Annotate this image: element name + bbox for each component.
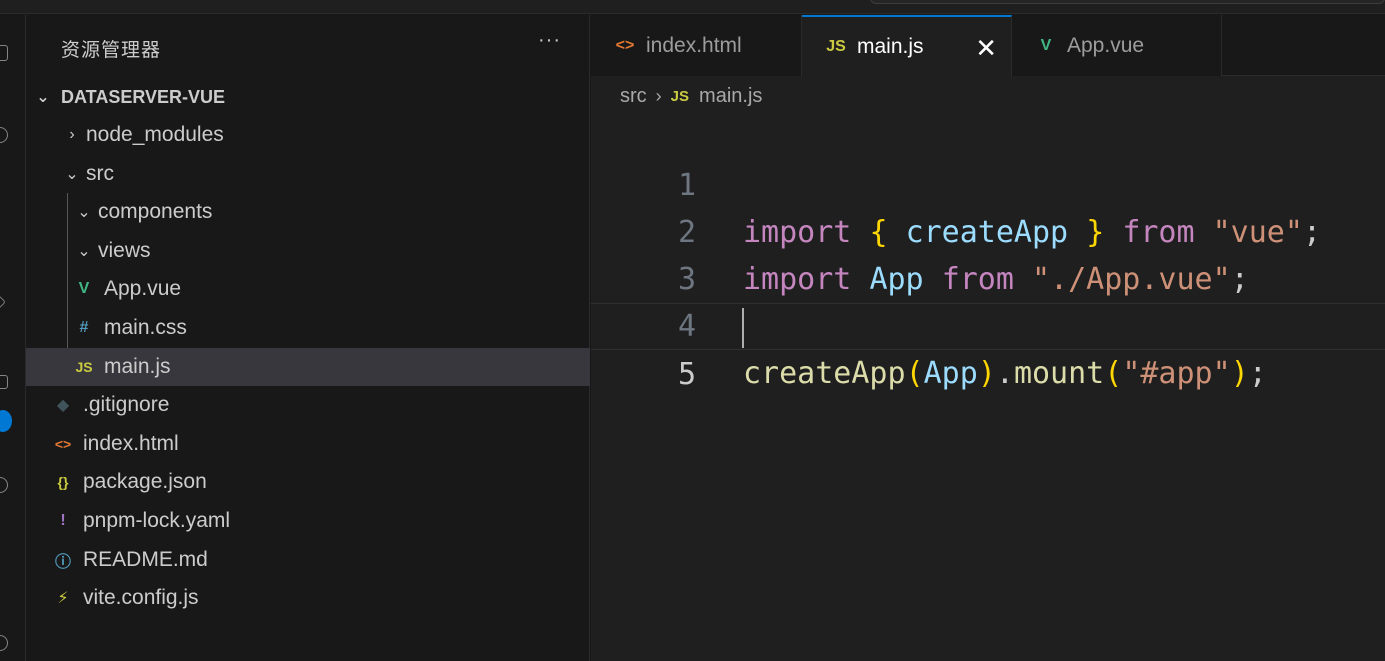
explorer-root-folder[interactable]: ⌄ DATASERVER-VUE (26, 78, 590, 116)
editor-area: <> index.html JS main.js ✕ V App.vue src… (591, 15, 1385, 661)
tree-item[interactable]: JS main.js (26, 347, 590, 386)
code-line: 4 createApp(App).mount("#app"); (591, 256, 1385, 391)
js-file-icon: JS (670, 88, 690, 105)
breadcrumb: src › JS main.js (620, 85, 762, 108)
tree-item-label: views (98, 238, 151, 262)
tree-item-label: components (98, 200, 213, 224)
activity-bar (0, 15, 26, 661)
breadcrumb-folder[interactable]: src (620, 85, 647, 108)
tab-label: main.js (857, 35, 924, 58)
tab-label: App.vue (1067, 33, 1145, 57)
tree-item-label: App.vue (104, 277, 182, 301)
chevron-right-icon: › (69, 126, 75, 143)
tree-item[interactable]: ⓘ README.md (26, 541, 590, 579)
tab-app-vue[interactable]: V App.vue (1012, 15, 1222, 76)
tree-item[interactable]: <> index.html (26, 425, 590, 463)
tree-item-label: vite.config.js (83, 586, 199, 610)
source-control-icon[interactable] (0, 294, 7, 310)
tree-item-label: src (86, 161, 114, 185)
vue-file-icon: V (78, 280, 90, 298)
breadcrumb-file[interactable]: main.js (699, 85, 762, 108)
chevron-down-icon: ⌄ (77, 204, 91, 222)
html-file-icon: <> (54, 435, 72, 452)
tree-item[interactable]: ◆ .gitignore (26, 386, 590, 424)
command-center[interactable] (870, 0, 1385, 4)
root-folder-label: DATASERVER-VUE (61, 86, 226, 107)
run-debug-icon[interactable] (0, 375, 8, 389)
tab-main-js[interactable]: JS main.js ✕ (802, 15, 1012, 77)
tree-item[interactable]: {} package.json (26, 463, 590, 501)
more-actions-icon[interactable]: ··· (538, 29, 561, 52)
code-line: 1 import { createApp } from "vue"; (591, 115, 1385, 250)
close-icon[interactable]: ✕ (975, 33, 997, 64)
tree-item[interactable]: ⚡ vite.config.js (26, 579, 590, 617)
tab-label: index.html (646, 33, 742, 57)
tree-item[interactable]: ⌄ views (26, 232, 590, 270)
chevron-right-icon: › (655, 86, 662, 106)
explorer-icon[interactable] (0, 45, 8, 61)
tree-item-label: index.html (83, 431, 179, 455)
extensions-icon[interactable] (0, 477, 8, 493)
title-bar (0, 0, 1385, 14)
tree-item[interactable]: # main.css (26, 309, 590, 347)
notification-badge (0, 410, 12, 432)
search-icon[interactable] (0, 127, 8, 143)
text-cursor (742, 308, 744, 348)
chevron-down-icon: ⌄ (65, 165, 79, 183)
tree-item-label: .gitignore (83, 393, 170, 417)
tree-item-label: pnpm-lock.yaml (83, 509, 231, 532)
tree-item-label: main.js (104, 354, 171, 378)
tab-bar: <> index.html JS main.js ✕ V App.vue (591, 15, 1385, 77)
tree-item[interactable]: V App.vue (26, 270, 590, 308)
vite-file-icon: ⚡ (57, 590, 69, 608)
tree-item[interactable]: › node_modules (26, 116, 590, 154)
code-text: createApp(App).mount("#app"); (743, 356, 1267, 391)
tab-index-html[interactable]: <> index.html (591, 15, 802, 76)
tree-item-label: node_modules (86, 123, 224, 146)
code-line: 3 (591, 209, 1385, 297)
chevron-down-icon: ⌄ (36, 89, 50, 106)
vue-file-icon: V (1040, 36, 1052, 54)
tree-item[interactable]: ! pnpm-lock.yaml (26, 502, 590, 540)
tree-item-label: package.json (83, 470, 207, 494)
html-file-icon: <> (615, 36, 635, 54)
chevron-down-icon: ⌄ (77, 242, 91, 260)
code-line: 2 import App from "./App.vue"; (591, 162, 1385, 297)
yaml-file-icon: ! (60, 512, 66, 529)
tree-item-label: main.css (104, 316, 187, 339)
tree-item-label: README.md (83, 547, 208, 571)
tree-item[interactable]: ⌄ components (26, 193, 590, 231)
sidebar-title: 资源管理器 (61, 39, 162, 61)
json-file-icon: {} (57, 474, 69, 491)
tree-item[interactable]: ⌄ src (26, 155, 590, 193)
js-file-icon: JS (75, 358, 93, 375)
css-file-icon: # (79, 319, 89, 336)
code-line-current: 5 (591, 303, 1385, 392)
line-number: 5 (677, 357, 696, 392)
explorer-sidebar: 资源管理器 ··· ⌄ DATASERVER-VUE › node_modules… (26, 15, 590, 661)
js-file-icon: JS (826, 38, 846, 55)
git-file-icon: ◆ (56, 397, 70, 415)
info-file-icon: ⓘ (54, 553, 71, 571)
account-icon[interactable] (0, 635, 8, 651)
